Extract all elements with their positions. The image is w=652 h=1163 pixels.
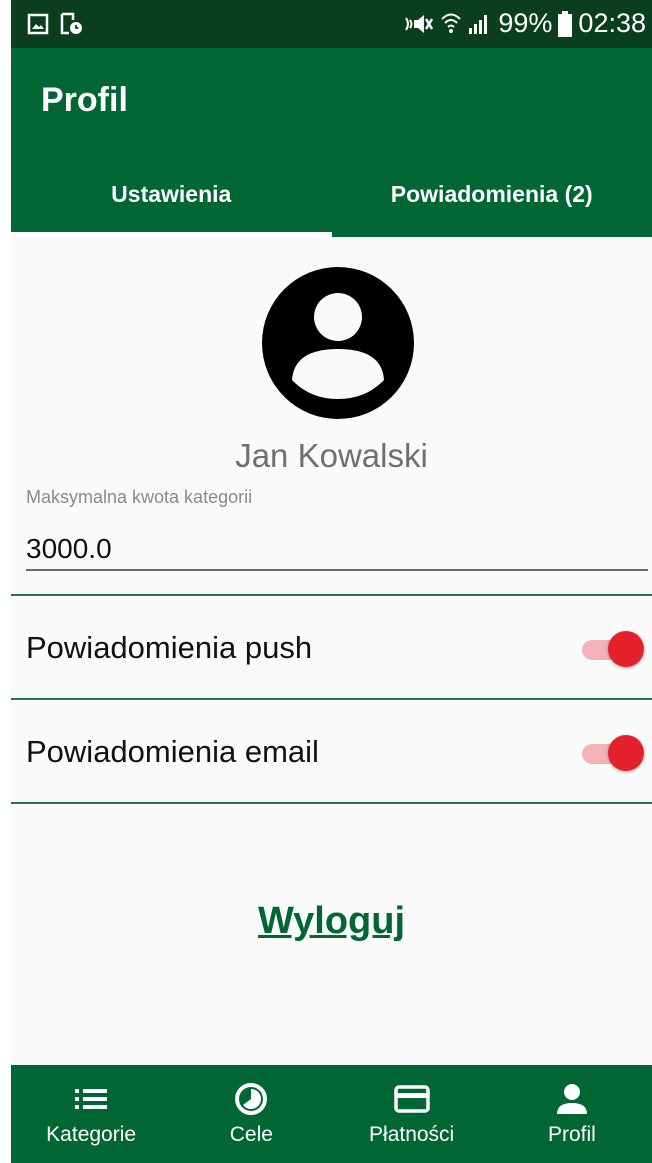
tab-settings-label: Ustawienia — [111, 180, 232, 207]
setting-row-push: Powiadomienia push — [11, 597, 652, 698]
list-icon — [75, 1081, 108, 1117]
person-icon — [556, 1081, 588, 1117]
toggle-thumb — [608, 735, 644, 771]
nav-label-categories: Kategorie — [46, 1123, 137, 1146]
status-bar-notifications — [27, 12, 83, 41]
nav-item-goals[interactable]: Cele — [171, 1065, 331, 1163]
nav-item-payments[interactable]: Płatności — [332, 1065, 492, 1163]
user-name: Jan Kowalski — [235, 437, 428, 474]
mute-icon — [404, 12, 434, 36]
nav-label-goals: Cele — [229, 1123, 273, 1146]
credit-card-icon — [393, 1081, 430, 1117]
app-screen: 99% 02:38 Profil Ustawienia Powiadomieni… — [11, 0, 652, 1163]
signal-icon — [468, 12, 492, 36]
pie-chart-icon — [234, 1081, 268, 1117]
divider — [11, 594, 652, 596]
tab-notifications[interactable]: Powiadomienia (2) — [332, 151, 652, 237]
nav-item-profile[interactable]: Profil — [492, 1065, 652, 1163]
setting-row-email: Powiadomienia email — [11, 701, 652, 802]
battery-icon — [558, 10, 573, 37]
bottom-navigation: Kategorie Cele Płatności Profil — [11, 1065, 652, 1163]
status-bar: 99% 02:38 — [11, 0, 652, 48]
status-bar-system: 99% 02:38 — [404, 8, 646, 39]
logout-link[interactable]: Wyloguj — [11, 900, 652, 943]
tab-notifications-label: Powiadomienia (2) — [390, 180, 593, 207]
battery-percentage: 99% — [498, 8, 553, 38]
app-bar: Profil — [11, 48, 652, 151]
nav-item-categories[interactable]: Kategorie — [11, 1065, 171, 1163]
wifi-icon — [440, 11, 462, 37]
divider — [11, 698, 652, 700]
toggle-thumb — [608, 631, 644, 667]
tab-settings[interactable]: Ustawienia — [11, 151, 332, 237]
max-amount-input[interactable] — [26, 529, 648, 571]
nav-label-payments: Płatności — [369, 1123, 455, 1146]
push-notifications-label: Powiadomienia push — [26, 630, 313, 665]
device-clock-notification-icon — [59, 12, 83, 41]
tab-bar: Ustawienia Powiadomienia (2) — [11, 151, 652, 237]
nav-label-profile: Profil — [547, 1123, 596, 1146]
max-amount-label: Maksymalna kwota kategorii — [26, 487, 253, 507]
clock: 02:38 — [578, 8, 646, 38]
divider — [11, 802, 652, 804]
avatar-icon — [262, 267, 414, 419]
push-notifications-toggle[interactable] — [582, 631, 644, 667]
gallery-notification-icon — [27, 13, 49, 40]
email-notifications-label: Powiadomienia email — [26, 734, 319, 769]
active-tab-indicator — [11, 232, 332, 237]
page-title: Profil — [41, 81, 128, 119]
email-notifications-toggle[interactable] — [582, 735, 644, 771]
